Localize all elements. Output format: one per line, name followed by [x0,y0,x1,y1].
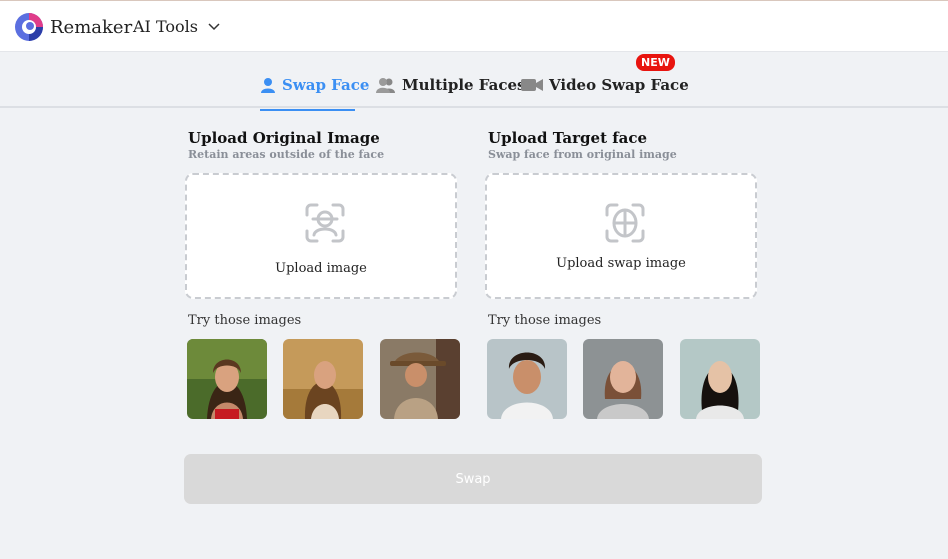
ai-tools-label: AI Tools [133,17,198,36]
sample-image [583,339,663,419]
original-title: Upload Original Image [188,129,380,147]
sample-image [680,339,760,419]
face-target-icon [605,203,645,243]
sample-target-2[interactable] [583,339,663,419]
tab-video-swap-face[interactable]: Video Swap Face [521,76,689,94]
upload-original-label: Upload image [275,261,367,276]
sample-image [380,339,460,419]
try-images-label: Try those images [188,313,302,328]
video-camera-icon [521,79,543,91]
tab-label: Video Swap Face [549,76,689,94]
target-subtitle: Swap face from original image [488,148,677,161]
sample-image [283,339,363,419]
try-images-label: Try those images [488,313,602,328]
top-bar: Remaker AI Tools [0,0,948,52]
ai-tools-menu[interactable]: AI Tools [133,17,220,36]
sample-target-3[interactable] [680,339,760,419]
brand-name[interactable]: Remaker [50,17,132,38]
remaker-logo-icon[interactable] [14,12,44,42]
active-tab-indicator [260,109,355,111]
sample-image [487,339,567,419]
new-badge: NEW [636,54,675,71]
swap-button[interactable]: Swap [184,454,762,504]
sample-image [187,339,267,419]
sample-original-3[interactable] [380,339,460,419]
target-title: Upload Target face [488,129,648,147]
tab-label: Swap Face [282,76,370,94]
upload-target-label: Upload swap image [556,256,686,271]
original-subtitle: Retain areas outside of the face [188,148,385,161]
person-icon [261,78,275,93]
face-scan-icon [305,203,345,243]
upload-original-dropzone[interactable]: Upload image [185,173,457,299]
tab-swap-face[interactable]: Swap Face [260,76,369,94]
upload-target-dropzone[interactable]: Upload swap image [485,173,757,299]
sample-original-1[interactable] [187,339,267,419]
tab-multiple-faces[interactable]: Multiple Faces [376,76,525,94]
tab-label: Multiple Faces [402,76,526,94]
chevron-down-icon [208,22,220,30]
sample-original-2[interactable] [283,339,363,419]
people-icon [376,78,395,93]
sample-target-1[interactable] [487,339,567,419]
